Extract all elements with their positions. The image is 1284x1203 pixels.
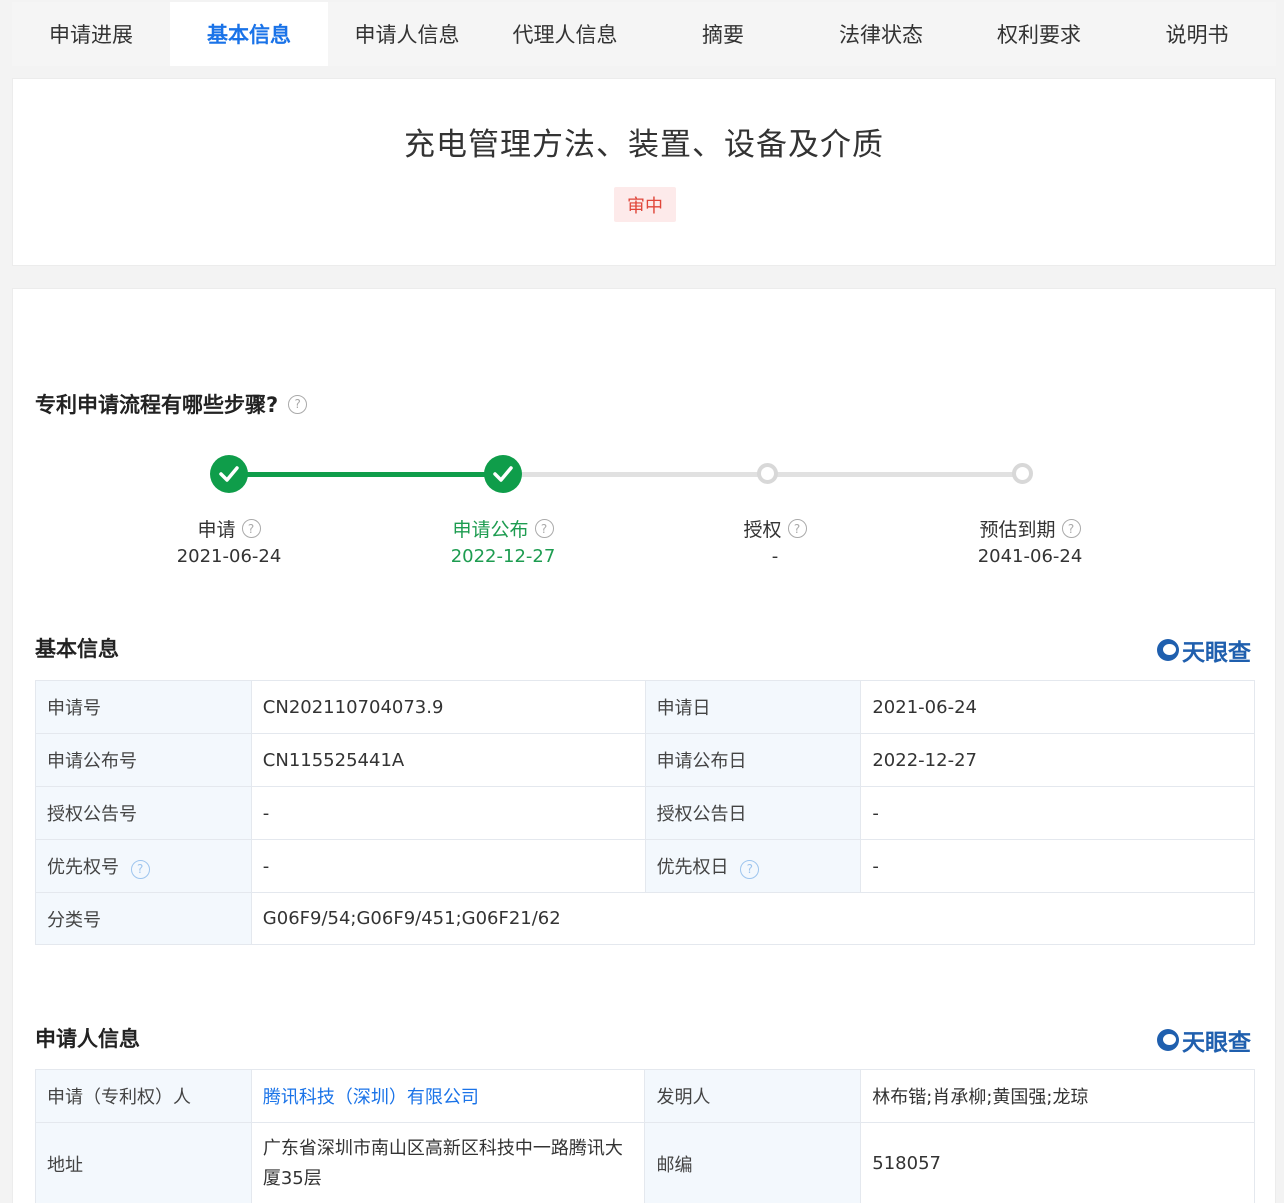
step-label-text: 申请 xyxy=(197,519,236,541)
label-text: 优先权号 xyxy=(47,857,119,878)
tab-applicant-info[interactable]: 申请人信息 xyxy=(328,2,486,66)
step-grant-label: 授权 ? xyxy=(675,515,875,542)
value-publication-no: CN115525441A xyxy=(250,733,646,787)
value-application-date: 2021-06-24 xyxy=(860,680,1255,734)
applicant-info-heading: 申请人信息 xyxy=(35,1027,140,1051)
label-grant-no: 授权公告号 xyxy=(35,786,252,840)
step-apply-check-icon xyxy=(210,455,248,493)
value-applicant: 腾讯科技（深圳）有限公司 xyxy=(250,1069,646,1123)
title-card: 充电管理方法、装置、设备及介质 审中 xyxy=(12,78,1276,266)
brand-text: 天眼查 xyxy=(1182,1030,1251,1056)
applicant-link[interactable]: 腾讯科技（深圳）有限公司 xyxy=(263,1087,479,1108)
value-priority-date: - xyxy=(860,839,1255,893)
table-row: 分类号 G06F9/54;G06F9/451;G06F21/62 xyxy=(35,892,1256,945)
help-icon[interactable]: ? xyxy=(740,859,760,879)
step-label-text: 授权 xyxy=(743,519,782,541)
tab-claims[interactable]: 权利要求 xyxy=(960,2,1118,66)
step-publish-check-icon xyxy=(484,455,522,493)
tab-legal-status[interactable]: 法律状态 xyxy=(802,2,960,66)
step-expiry-dot xyxy=(1012,463,1033,484)
help-icon[interactable]: ? xyxy=(787,519,807,538)
value-grant-date: - xyxy=(860,786,1255,840)
table-row: 申请号 CN202110704073.9 申请日 2021-06-24 xyxy=(35,680,1255,734)
tab-bar: 申请进展 基本信息 申请人信息 代理人信息 摘要 法律状态 权利要求 说明书 xyxy=(12,2,1276,66)
label-priority-no: 优先权号 ? xyxy=(35,839,252,893)
table-row: 优先权号 ? - 优先权日 ? - xyxy=(35,839,1255,893)
value-priority-no: - xyxy=(250,839,646,893)
progress-line-done xyxy=(229,472,503,477)
basic-info-table: 申请号 CN202110704073.9 申请日 2021-06-24 申请公布… xyxy=(35,680,1256,945)
step-expiry-label: 预估到期 ? xyxy=(930,515,1130,542)
step-grant-dot xyxy=(757,463,778,484)
help-icon[interactable]: ? xyxy=(288,394,308,414)
step-grant-date: - xyxy=(771,546,779,567)
help-icon[interactable]: ? xyxy=(130,859,150,879)
status-badge: 审中 xyxy=(614,187,676,222)
table-row: 地址 广东省深圳市南山区高新区科技中一路腾讯大厦35层 邮编 518057 xyxy=(35,1122,1255,1203)
basic-info-heading: 基本信息 xyxy=(35,637,119,661)
table-row: 申请（专利权）人 腾讯科技（深圳）有限公司 发明人 林布锴;肖承柳;黄国强;龙琼 xyxy=(35,1069,1255,1123)
step-expiry-date: 2041-06-24 xyxy=(977,546,1083,567)
patent-title: 充电管理方法、装置、设备及介质 xyxy=(404,127,884,163)
step-apply-label: 申请 ? xyxy=(129,515,329,542)
table-row: 申请公布号 CN115525441A 申请公布日 2022-12-27 xyxy=(35,733,1255,787)
label-priority-date: 优先权日 ? xyxy=(644,839,862,893)
tab-agent-info[interactable]: 代理人信息 xyxy=(486,2,644,66)
tab-abstract[interactable]: 摘要 xyxy=(644,2,802,66)
value-publication-date: 2022-12-27 xyxy=(860,733,1255,787)
step-label-text: 申请公布 xyxy=(452,519,529,541)
label-address: 地址 xyxy=(35,1122,252,1203)
tianyancha-logo-icon xyxy=(1157,639,1179,661)
help-icon[interactable]: ? xyxy=(1061,519,1081,538)
help-icon[interactable]: ? xyxy=(534,519,554,538)
step-publish-date: 2022-12-27 xyxy=(450,546,556,567)
table-row: 授权公告号 - 授权公告日 - xyxy=(35,786,1255,840)
label-applicant: 申请（专利权）人 xyxy=(35,1069,252,1123)
tab-progress[interactable]: 申请进展 xyxy=(12,2,170,66)
process-heading: 专利申请流程有哪些步骤? ? xyxy=(35,389,308,419)
label-application-no: 申请号 xyxy=(35,680,252,734)
step-label-text: 预估到期 xyxy=(979,519,1056,541)
label-publication-no: 申请公布号 xyxy=(35,733,252,787)
brand-text: 天眼查 xyxy=(1182,640,1251,666)
label-grant-date: 授权公告日 xyxy=(644,786,862,840)
value-grant-no: - xyxy=(250,786,646,840)
brand-logo[interactable]: 天眼查 xyxy=(1157,1023,1251,1057)
brand-logo[interactable]: 天眼查 xyxy=(1157,633,1251,667)
applicant-info-table: 申请（专利权）人 腾讯科技（深圳）有限公司 发明人 林布锴;肖承柳;黄国强;龙琼… xyxy=(35,1069,1255,1203)
label-inventor: 发明人 xyxy=(644,1069,862,1123)
value-postcode: 518057 xyxy=(860,1122,1255,1203)
main-card: 专利申请流程有哪些步骤? ? 申请 ? 2021-06-24 申请公布 ? 20… xyxy=(12,288,1276,1203)
tab-basic-info[interactable]: 基本信息 xyxy=(170,2,328,66)
value-address: 广东省深圳市南山区高新区科技中一路腾讯大厦35层 xyxy=(250,1122,646,1203)
label-application-date: 申请日 xyxy=(644,680,862,734)
step-apply-date: 2021-06-24 xyxy=(176,546,282,567)
value-application-no: CN202110704073.9 xyxy=(250,680,646,734)
value-inventor: 林布锴;肖承柳;黄国强;龙琼 xyxy=(860,1069,1255,1123)
label-classification: 分类号 xyxy=(35,892,252,945)
step-publish-label: 申请公布 ? xyxy=(403,515,603,542)
label-postcode: 邮编 xyxy=(644,1122,862,1203)
process-heading-text: 专利申请流程有哪些步骤? xyxy=(35,393,279,417)
label-text: 优先权日 xyxy=(656,857,729,878)
value-classification: G06F9/54;G06F9/451;G06F21/62 xyxy=(250,892,1256,945)
tab-specification[interactable]: 说明书 xyxy=(1118,2,1276,66)
tianyancha-logo-icon xyxy=(1157,1029,1179,1051)
label-publication-date: 申请公布日 xyxy=(644,733,862,787)
help-icon[interactable]: ? xyxy=(241,519,261,538)
